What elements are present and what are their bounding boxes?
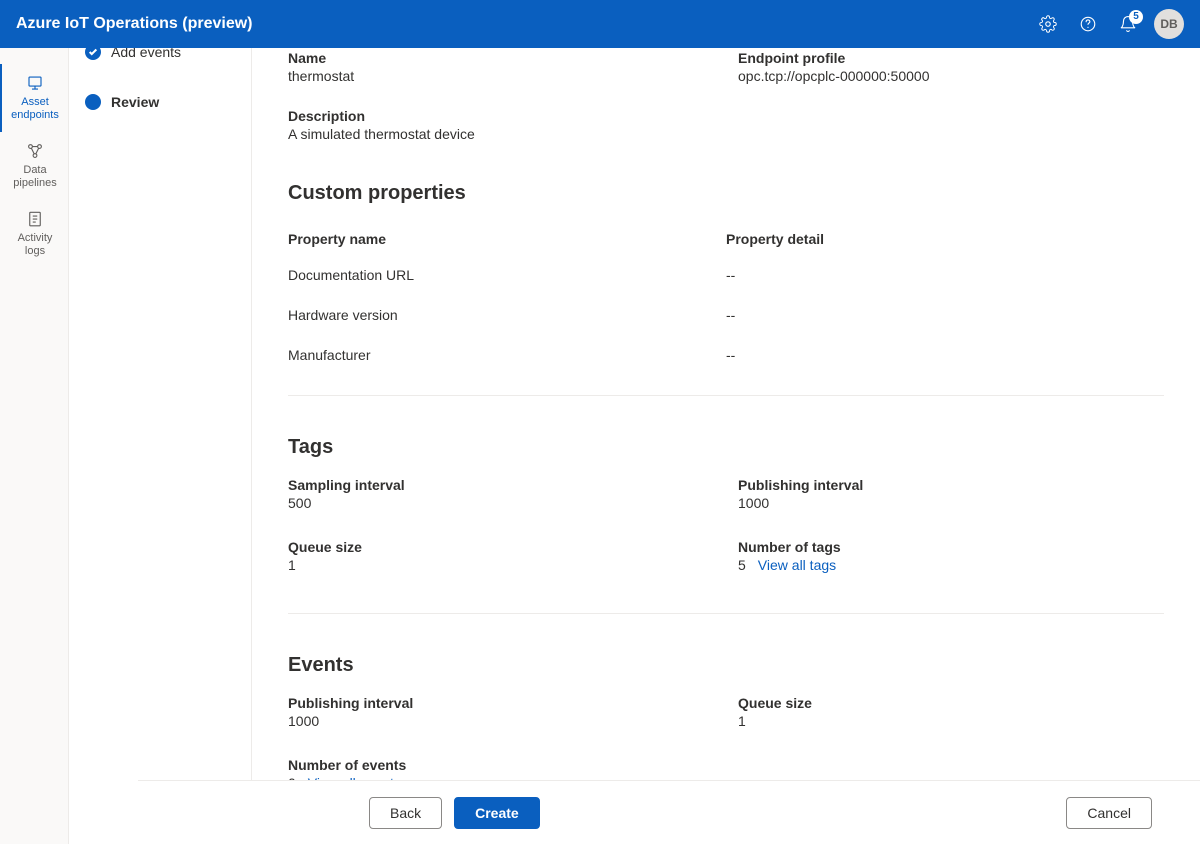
prop-name: Hardware version	[288, 307, 726, 323]
events-queue-size-label: Queue size	[738, 695, 1164, 711]
table-row: Documentation URL --	[288, 255, 1164, 295]
number-of-tags-label: Number of tags	[738, 539, 1164, 555]
step-label: Add events	[111, 48, 181, 60]
back-button[interactable]: Back	[369, 797, 442, 829]
nav-label: Asset endpoints	[6, 96, 64, 122]
divider	[288, 613, 1164, 614]
wizard-steps: Add events Review	[69, 48, 252, 844]
nav-data-pipelines[interactable]: Data pipelines	[0, 132, 68, 200]
create-button[interactable]: Create	[454, 797, 540, 829]
help-icon	[1079, 15, 1097, 33]
queue-size-value: 1	[288, 557, 714, 573]
prop-name: Manufacturer	[288, 347, 726, 363]
left-nav-rail: Asset endpoints Data pipelines Activity …	[0, 48, 69, 844]
app-title: Azure IoT Operations (preview)	[16, 15, 252, 33]
events-publishing-interval-value: 1000	[288, 713, 714, 729]
endpoint-label: Endpoint profile	[738, 50, 1164, 66]
notifications-button[interactable]: 5	[1108, 4, 1148, 44]
name-label: Name	[288, 50, 714, 66]
step-add-events[interactable]: Add events	[85, 48, 235, 60]
nav-activity-logs[interactable]: Activity logs	[0, 200, 68, 268]
sampling-interval-value: 500	[288, 495, 714, 511]
user-avatar[interactable]: DB	[1154, 9, 1184, 39]
tags-heading: Tags	[288, 436, 1164, 459]
prop-name: Documentation URL	[288, 267, 726, 283]
review-content: Name thermostat Endpoint profile opc.tcp…	[252, 48, 1200, 844]
settings-button[interactable]	[1028, 4, 1068, 44]
prop-detail: --	[726, 347, 1164, 363]
nav-label: Activity logs	[6, 232, 64, 258]
data-pipelines-icon	[26, 142, 44, 160]
custom-properties-table: Property name Property detail Documentat…	[288, 223, 1164, 375]
divider	[288, 395, 1164, 396]
check-circle-icon	[85, 48, 101, 60]
step-label: Review	[111, 94, 159, 110]
table-row: Hardware version --	[288, 295, 1164, 335]
prop-detail: --	[726, 267, 1164, 283]
view-all-tags-link[interactable]: View all tags	[758, 557, 836, 573]
nav-label: Data pipelines	[6, 164, 64, 190]
custom-properties-heading: Custom properties	[288, 182, 1164, 205]
events-heading: Events	[288, 654, 1164, 677]
notification-badge: 5	[1129, 10, 1143, 24]
top-header: Azure IoT Operations (preview) 5 DB	[0, 0, 1200, 48]
number-of-events-label: Number of events	[288, 757, 1164, 773]
nav-asset-endpoints[interactable]: Asset endpoints	[0, 64, 68, 132]
publishing-interval-value: 1000	[738, 495, 1164, 511]
publishing-interval-label: Publishing interval	[738, 477, 1164, 493]
cancel-button[interactable]: Cancel	[1066, 797, 1152, 829]
queue-size-label: Queue size	[288, 539, 714, 555]
wizard-footer: Back Create Cancel	[138, 780, 1200, 844]
description-value: A simulated thermostat device	[288, 126, 1164, 142]
step-review[interactable]: Review	[85, 94, 235, 110]
asset-endpoints-icon	[26, 74, 44, 92]
col-property-name: Property name	[288, 231, 726, 247]
help-button[interactable]	[1068, 4, 1108, 44]
sampling-interval-label: Sampling interval	[288, 477, 714, 493]
activity-logs-icon	[26, 210, 44, 228]
name-value: thermostat	[288, 68, 714, 84]
events-queue-size-value: 1	[738, 713, 1164, 729]
gear-icon	[1039, 15, 1057, 33]
endpoint-value: opc.tcp://opcplc-000000:50000	[738, 68, 1164, 84]
col-property-detail: Property detail	[726, 231, 1164, 247]
number-of-tags-value: 5	[738, 557, 746, 573]
description-label: Description	[288, 108, 1164, 124]
prop-detail: --	[726, 307, 1164, 323]
events-publishing-interval-label: Publishing interval	[288, 695, 714, 711]
table-row: Manufacturer --	[288, 335, 1164, 375]
current-step-dot-icon	[85, 94, 101, 110]
